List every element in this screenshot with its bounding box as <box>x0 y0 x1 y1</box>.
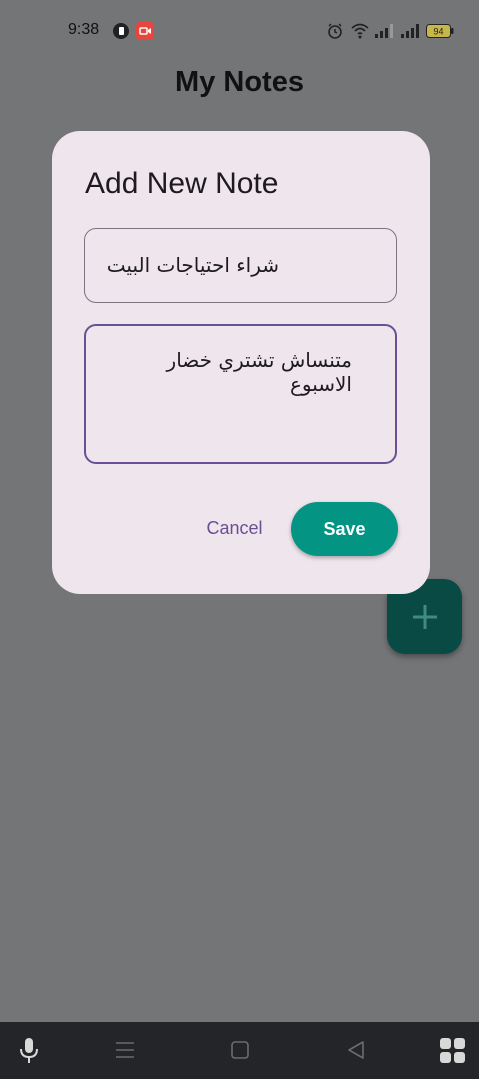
wifi-icon <box>350 22 370 44</box>
battery-icon: 94 <box>426 23 454 42</box>
apps-grid-icon[interactable] <box>440 1038 466 1068</box>
alarm-icon <box>326 22 344 44</box>
page-title: My Notes <box>175 66 304 98</box>
plus-icon <box>413 605 437 629</box>
home-square-icon[interactable] <box>231 1041 249 1063</box>
back-triangle-icon[interactable] <box>347 1040 365 1064</box>
signal-icon <box>374 22 394 44</box>
note-content-input[interactable]: متنساش تشتري خضار الاسبوع <box>84 324 397 464</box>
save-button[interactable]: Save <box>291 502 398 556</box>
menu-icon[interactable] <box>115 1040 135 1064</box>
signal-icon <box>400 22 420 44</box>
dialog-title: Add New Note <box>85 167 279 200</box>
status-time: 9:38 <box>68 21 100 38</box>
cancel-button[interactable]: Cancel <box>192 503 277 553</box>
note-title-input[interactable]: شراء احتياجات البيت <box>84 228 397 303</box>
navigation-bar <box>0 1022 479 1079</box>
status-bar: 9:38 94 <box>0 0 479 60</box>
note-content-value: متنساش تشتري خضار الاسبوع <box>166 348 352 396</box>
note-title-value: شراء احتياجات البيت <box>106 253 279 277</box>
add-note-dialog: Add New Note شراء احتياجات البيت متنساش … <box>52 131 430 594</box>
face-unlock-icon <box>112 22 130 44</box>
screen-record-icon <box>136 22 154 44</box>
battery-level: 94 <box>433 27 443 37</box>
microphone-icon[interactable] <box>17 1037 41 1069</box>
